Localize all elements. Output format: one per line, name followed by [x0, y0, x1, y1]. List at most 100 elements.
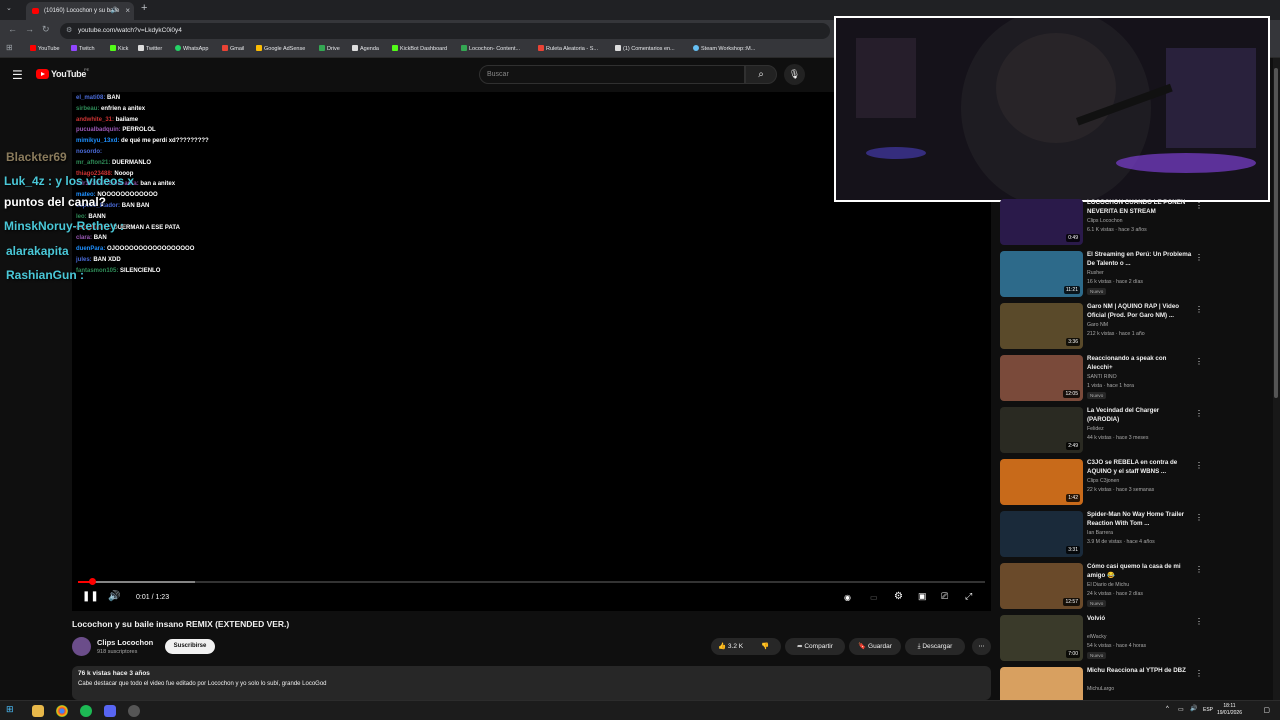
subscriber-count: 918 suscriptores — [97, 649, 138, 655]
bookmark-comentarios[interactable]: (1) Comentarios en... — [615, 45, 675, 52]
menu-icon[interactable]: ☰ — [12, 68, 23, 82]
channel-name[interactable]: Clips Locochon — [97, 638, 153, 647]
site-info-icon[interactable]: ⚙ — [66, 23, 72, 39]
file-explorer-icon[interactable] — [32, 705, 44, 717]
apps-grid-icon[interactable]: ⊞ — [6, 43, 13, 52]
bookmark-locochon-content[interactable]: Locochon- Content... — [461, 45, 520, 52]
search-icon: ⌕ — [758, 69, 764, 80]
autoplay-toggle-icon[interactable]: ◉ — [844, 593, 851, 602]
voice-search-button[interactable]: 🎙 — [784, 64, 805, 85]
video-thumbnail[interactable]: 11:21 — [1000, 251, 1083, 297]
fullscreen-icon[interactable]: ⤢ — [965, 591, 972, 602]
video-thumbnail[interactable]: 2:49 — [1000, 407, 1083, 453]
more-options-icon[interactable]: ⋮ — [1195, 409, 1203, 418]
more-options-icon[interactable]: ⋮ — [1195, 253, 1203, 262]
bookmark-ruleta[interactable]: Ruleta Aleatoria - S... — [538, 45, 598, 52]
recommended-video[interactable]: 3:31 Spider-Man No Way Home Trailer React… — [1000, 511, 1203, 561]
new-badge: Nuevo — [1087, 392, 1107, 399]
new-badge: Nuevo — [1087, 600, 1107, 607]
page-scrollbar[interactable] — [1273, 58, 1280, 700]
video-thumbnail[interactable]: 3:31 — [1000, 511, 1083, 557]
search-input[interactable]: Buscar — [479, 65, 745, 84]
dislike-button[interactable]: 👎 — [761, 638, 769, 655]
recommended-video[interactable]: 12:05 Reaccionando a speak con Alecchi+ SA… — [1000, 355, 1203, 405]
video-thumbnail[interactable]: 0:49 — [1000, 199, 1083, 245]
video-thumbnail[interactable]: 12:05 — [1000, 355, 1083, 401]
bookmark-whatsapp[interactable]: WhatsApp — [175, 45, 208, 52]
share-button[interactable]: ➦ Compartir — [785, 638, 845, 655]
back-arrow-icon[interactable]: ← — [8, 24, 17, 34]
forward-arrow-icon[interactable]: → — [25, 24, 34, 34]
recommended-video[interactable]: 11:21 El Streaming en Perú: Un Problema D… — [1000, 251, 1203, 301]
recommended-video[interactable]: 2:49 La Vecindad del Charger (PARODIA) Fel… — [1000, 407, 1203, 457]
video-thumbnail[interactable]: 3:36 — [1000, 303, 1083, 349]
recommended-video[interactable]: 1:42 C3JO se REBELA en contra de AQUINO y… — [1000, 459, 1203, 509]
subtitles-icon[interactable]: ▭ — [870, 593, 878, 602]
browser-tab[interactable]: (10160) Locochon y su baile 🔊 × — [26, 2, 134, 20]
speaker-icon[interactable]: 🔊 — [111, 2, 118, 20]
reload-icon[interactable]: ↻ — [42, 24, 50, 35]
language-indicator[interactable]: ESP — [1203, 707, 1213, 713]
bookmark-kickbot[interactable]: KickBot Dashboard — [392, 45, 447, 52]
more-options-icon[interactable]: ⋮ — [1195, 513, 1203, 522]
progress-bar[interactable] — [78, 578, 985, 585]
channel-avatar[interactable] — [72, 637, 91, 656]
discord-icon[interactable] — [104, 705, 116, 717]
clock[interactable]: 18:11 19/01/2026 — [1217, 703, 1242, 717]
windows-start-icon[interactable]: ⊞ — [6, 704, 14, 715]
miniplayer-icon[interactable]: ▣ — [918, 591, 927, 602]
recommended-video[interactable]: 12:57 Cómo casi quemo la casa de mi amigo… — [1000, 563, 1203, 613]
like-button[interactable]: 👍 3.2 K — [718, 643, 743, 650]
more-actions-button[interactable]: ⋯ — [972, 638, 991, 655]
recommended-video[interactable]: 3:36 Garo NM | AQUINO RAP | Video Oficial… — [1000, 303, 1203, 353]
volume-icon[interactable]: 🔊 — [108, 591, 120, 602]
video-thumbnail[interactable]: 7:00 — [1000, 615, 1083, 661]
recommended-channel: SANTI RINO — [1087, 374, 1117, 380]
volume-tray-icon[interactable]: 🔊 — [1190, 705, 1197, 712]
tray-chevron-icon[interactable]: ^ — [1166, 706, 1169, 712]
scrollbar-thumb[interactable] — [1274, 68, 1278, 398]
chrome-icon[interactable] — [56, 705, 68, 717]
search-button[interactable]: ⌕ — [745, 65, 777, 84]
download-button[interactable]: ⤓ Descargar — [905, 638, 965, 655]
new-tab-button[interactable]: + — [141, 2, 147, 14]
pause-icon[interactable]: ❚❚ — [82, 591, 99, 602]
subscribe-button[interactable]: Suscribirse — [165, 639, 215, 654]
more-options-icon[interactable]: ⋮ — [1195, 565, 1203, 574]
spotify-icon[interactable] — [80, 705, 92, 717]
youtube-wordmark[interactable]: YouTube — [51, 69, 86, 79]
duration-badge: 12:57 — [1063, 598, 1080, 606]
drive-icon — [319, 45, 325, 51]
bookmark-drive[interactable]: Drive — [319, 45, 340, 52]
more-options-icon[interactable]: ⋮ — [1195, 461, 1203, 470]
obs-icon[interactable] — [128, 705, 140, 717]
description-box[interactable]: 76 k vistas hace 3 años Cabe destacar qu… — [72, 666, 991, 700]
bookmark-adsense[interactable]: Google AdSense — [256, 45, 305, 52]
video-thumbnail[interactable]: 1:42 — [1000, 459, 1083, 505]
bookmark-kick[interactable]: Kick — [110, 45, 128, 52]
video-thumbnail[interactable]: 12:57 — [1000, 563, 1083, 609]
bookmark-gmail[interactable]: Gmail — [222, 45, 244, 52]
bookmark-twitter[interactable]: Twitter — [138, 45, 162, 52]
bookmark-twitch[interactable]: Twitch — [71, 45, 95, 52]
more-options-icon[interactable]: ⋮ — [1195, 201, 1203, 210]
bookmark-youtube[interactable]: YouTube — [30, 45, 60, 52]
more-options-icon[interactable]: ⋮ — [1195, 357, 1203, 366]
close-tab-icon[interactable]: × — [125, 2, 130, 20]
more-options-icon[interactable]: ⋮ — [1195, 617, 1203, 626]
recommended-video[interactable]: 0:49 LOCOCHON CUANDO LE PONEN NEVERITA EN… — [1000, 199, 1203, 249]
settings-gear-icon[interactable]: ⚙ — [894, 591, 903, 602]
url-field[interactable]: ⚙ youtube.com/watch?v=LkdykC0i0y4 — [60, 23, 830, 39]
notifications-icon[interactable]: ▢ — [1263, 706, 1270, 714]
bookmark-agenda[interactable]: Agenda — [352, 45, 379, 52]
youtube-logo-icon[interactable] — [36, 69, 49, 79]
recommended-video[interactable]: 7:00 Volvió elWacky 54 k vistas · hace 4 ho… — [1000, 615, 1203, 665]
more-options-icon[interactable]: ⋮ — [1195, 669, 1203, 678]
bookmark-steam[interactable]: Steam Workshop::M... — [693, 45, 755, 52]
save-button[interactable]: 🔖 Guardar — [849, 638, 901, 655]
scrubber-handle[interactable] — [89, 578, 96, 585]
tab-search-icon[interactable]: ⌄ — [6, 4, 12, 12]
cast-icon[interactable]: ⎚ — [941, 591, 948, 602]
network-icon[interactable]: ▭ — [1178, 706, 1184, 713]
more-options-icon[interactable]: ⋮ — [1195, 305, 1203, 314]
